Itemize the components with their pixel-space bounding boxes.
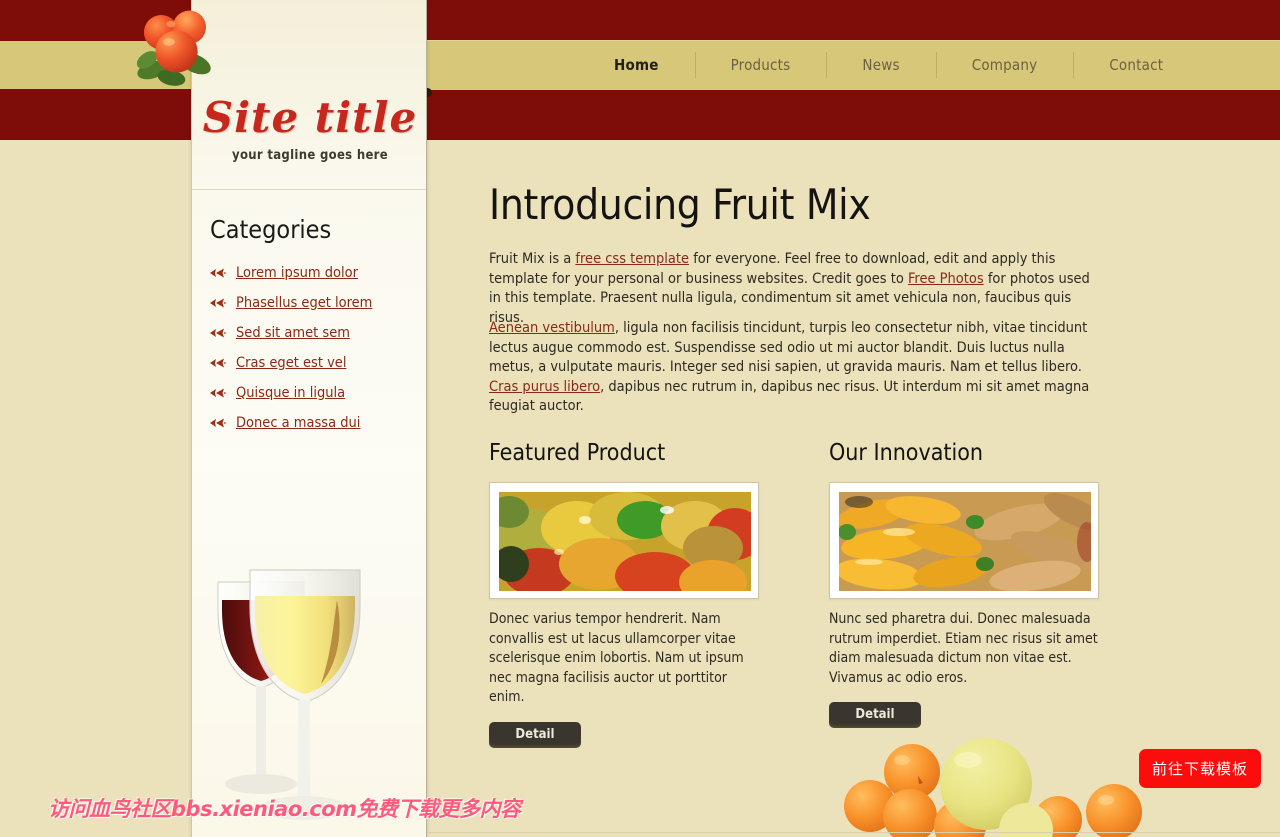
our-innovation-detail-button[interactable]: Detail (829, 702, 921, 729)
sidebar-divider (192, 189, 426, 190)
featured-product-text: Donec varius tempor hendrerit. Nam conva… (489, 611, 744, 706)
nav-items: Home Products News Company Contact (578, 50, 1199, 80)
categories-list: Lorem ipsum dolor Phasellus eget lorem S… (210, 258, 420, 438)
banana-fruit-photo (839, 492, 1091, 591)
category-link[interactable]: Phasellus eget lorem (236, 295, 372, 311)
nav-item-products[interactable]: Products (694, 50, 827, 80)
list-item[interactable]: Sed sit amet sem (210, 318, 420, 348)
featured-product-heading: Featured Product (489, 440, 666, 466)
link-cras-purus-libero[interactable]: Cras purus libero (489, 379, 600, 395)
featured-product-image-frame[interactable] (489, 482, 759, 599)
page-root: Home Products News Company Contact Site … (0, 0, 1280, 837)
categories-heading: Categories (210, 215, 332, 244)
intro-paragraph-2: Aenean vestibulum, ligula non facilisis … (489, 319, 1091, 417)
category-link[interactable]: Quisque in ligula (236, 385, 345, 401)
list-item[interactable]: Phasellus eget lorem (210, 288, 420, 318)
feature-columns: Featured Product Donec varius tempor hen… (489, 440, 1109, 748)
category-link[interactable]: Sed sit amet sem (236, 325, 350, 341)
intro-paragraph-1: Fruit Mix is a free css template for eve… (489, 250, 1091, 328)
arrow-bullet-icon (210, 298, 227, 308)
nav-item-news[interactable]: News (826, 50, 935, 80)
main-content: Introducing Fruit Mix Fruit Mix is a fre… (428, 140, 1280, 837)
page-title: Introducing Fruit Mix (489, 180, 871, 229)
list-item[interactable]: Quisque in ligula (210, 378, 420, 408)
paragraph1-pre: Fruit Mix is a (489, 251, 576, 267)
arrow-bullet-icon (210, 358, 227, 368)
category-link[interactable]: Cras eget est vel (236, 355, 346, 371)
arrow-bullet-icon (210, 418, 227, 428)
featured-product-column: Featured Product Donec varius tempor hen… (489, 440, 769, 748)
arrow-bullet-icon (210, 388, 227, 398)
watermark-text: 访问血鸟社区bbs.xieniao.com免费下载更多内容 (48, 797, 521, 821)
our-innovation-text: Nunc sed pharetra dui. Donec malesuada r… (829, 611, 1098, 686)
link-free-css-template[interactable]: free css template (575, 251, 689, 267)
main-navigation: Home Products News Company Contact (420, 40, 1280, 90)
link-free-photos[interactable]: Free Photos (908, 271, 984, 287)
mango-fruit-photo (499, 492, 751, 591)
our-innovation-heading: Our Innovation (829, 440, 984, 466)
arrow-bullet-icon (210, 328, 227, 338)
list-item[interactable]: Donec a massa dui (210, 408, 420, 438)
list-item[interactable]: Lorem ipsum dolor (210, 258, 420, 288)
nav-item-contact[interactable]: Contact (1073, 50, 1199, 80)
our-innovation-column: Our Innovation Nunc sed pharetra dui. Do… (829, 440, 1109, 748)
nav-item-company[interactable]: Company (935, 50, 1074, 80)
nav-item-home[interactable]: Home (578, 50, 695, 80)
peaches-photo (136, 10, 211, 86)
featured-product-detail-button[interactable]: Detail (489, 721, 581, 748)
category-link[interactable]: Donec a massa dui (236, 415, 360, 431)
citrus-fruit-photo (844, 738, 1142, 837)
site-tagline: your tagline goes here (232, 148, 388, 163)
link-aenean-vestibulum[interactable]: Aenean vestibulum (489, 320, 615, 336)
our-innovation-image-frame[interactable] (829, 482, 1099, 599)
bottom-divider (428, 832, 1280, 833)
download-template-button[interactable]: 前往下载模板 (1139, 749, 1261, 788)
category-link[interactable]: Lorem ipsum dolor (236, 265, 358, 281)
list-item[interactable]: Cras eget est vel (210, 348, 420, 378)
arrow-bullet-icon (210, 268, 227, 278)
sidebar: Site title your tagline goes here Catego… (191, 0, 427, 837)
